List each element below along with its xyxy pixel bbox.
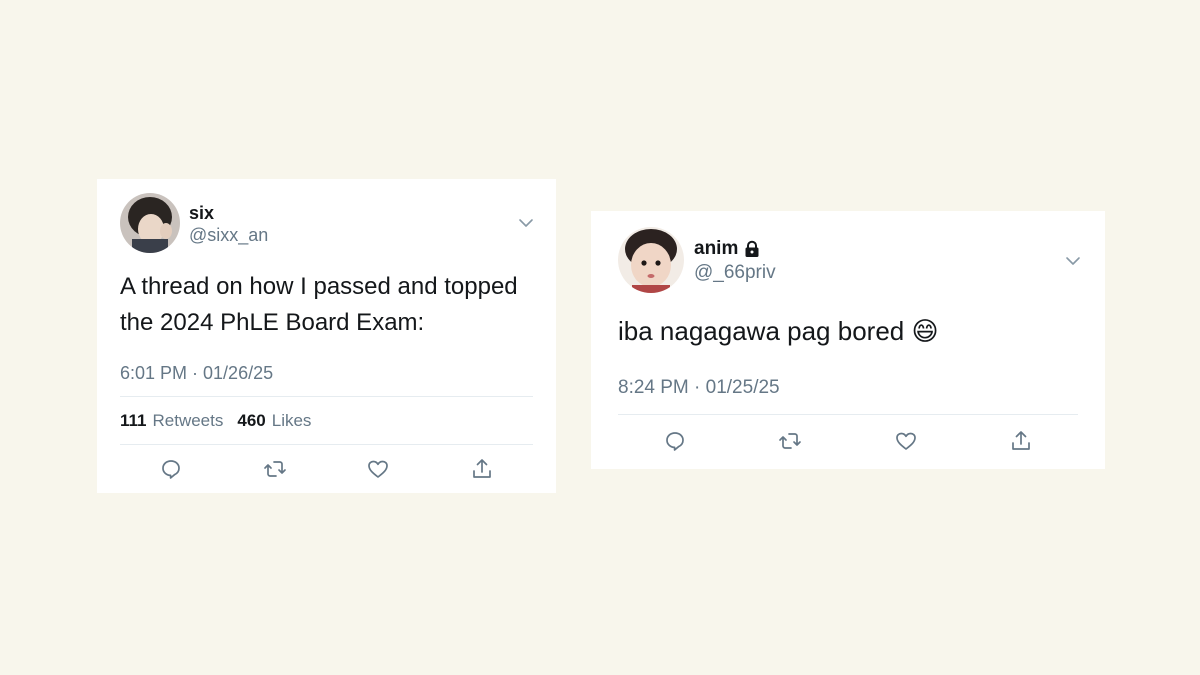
share-icon[interactable] [1009,429,1033,453]
retweet-icon[interactable] [778,429,802,453]
divider [120,396,533,397]
like-icon[interactable] [894,429,918,453]
chevron-down-icon[interactable] [518,218,534,228]
tweet-stats: 111 Retweets 460 Likes [120,411,311,431]
retweets-label[interactable]: Retweets [153,411,224,431]
avatar[interactable] [120,193,180,253]
tweet-actions [159,457,494,481]
tweet-text-body: iba nagagawa pag bored [618,316,905,346]
user-handle[interactable]: @sixx_an [189,225,268,246]
reply-icon[interactable] [159,457,183,481]
grinning-emoji: 😄 [911,316,939,346]
retweet-icon[interactable] [263,457,287,481]
tweet-text: iba nagagawa pag bored 😄 [618,313,1088,349]
like-icon[interactable] [366,457,390,481]
like-count[interactable]: 460 [237,411,265,431]
tweet-card-six: six @sixx_an A thread on how I passed an… [97,179,556,493]
share-icon[interactable] [470,457,494,481]
divider [618,414,1078,415]
avatar[interactable] [618,227,684,293]
display-name[interactable]: anim [694,238,760,260]
display-name-text[interactable]: anim [694,238,738,260]
likes-label[interactable]: Likes [272,411,312,431]
reply-icon[interactable] [663,429,687,453]
tweet-actions [663,429,1033,453]
tweet-text-line: A thread on how I passed and topped [120,273,518,300]
divider [120,444,533,445]
user-handle[interactable]: @_66priv [694,262,776,284]
display-name[interactable]: six [189,203,214,224]
tweet-timestamp[interactable]: 6:01 PM · 01/26/25 [120,363,273,384]
tweet-text-line: the 2024 PhLE Board Exam: [120,309,425,336]
chevron-down-icon[interactable] [1065,256,1081,266]
lock-icon [745,240,759,257]
tweet-card-anim: anim @_66priv iba nagagawa pag bored 😄 8… [591,211,1105,469]
tweet-text: A thread on how I passed and topped the … [120,269,540,341]
tweet-timestamp[interactable]: 8:24 PM · 01/25/25 [618,377,780,399]
retweet-count[interactable]: 111 [120,411,147,431]
